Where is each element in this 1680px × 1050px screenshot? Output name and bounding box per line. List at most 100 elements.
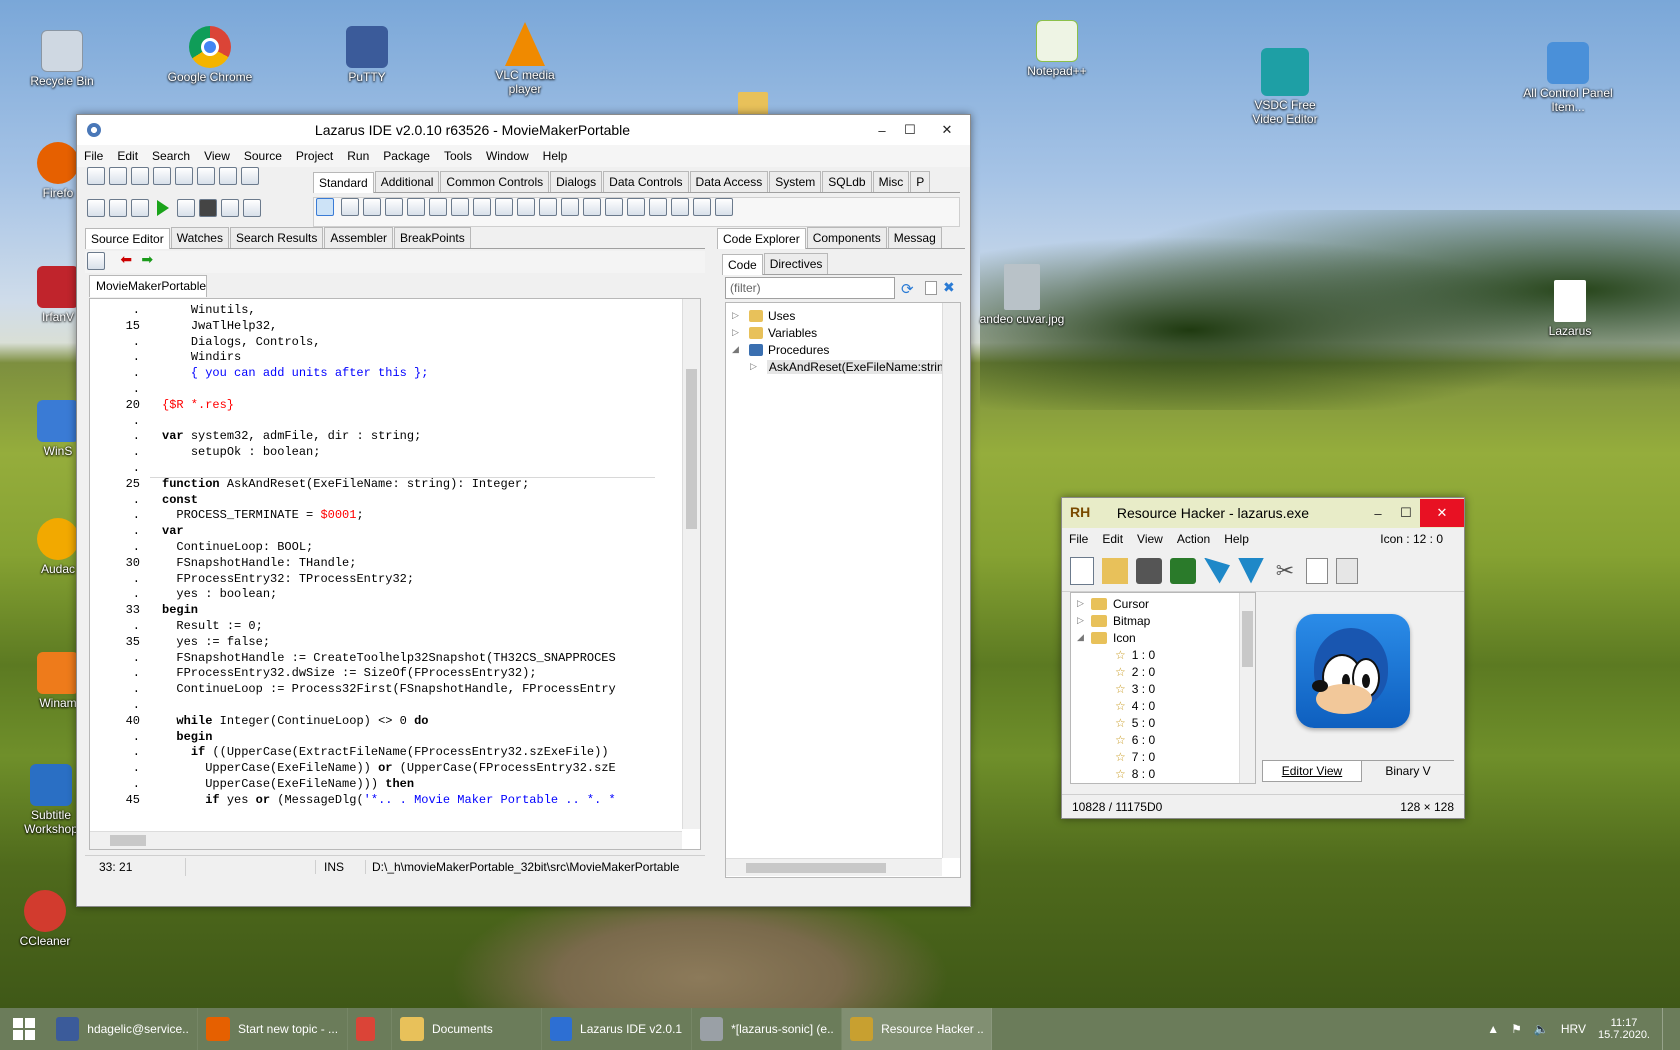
- expand-arrow-icon[interactable]: ▷: [1077, 598, 1091, 609]
- tedit-icon[interactable]: [429, 198, 448, 216]
- menu-view[interactable]: View: [197, 149, 237, 163]
- flag-icon[interactable]: ⚑: [1511, 1022, 1522, 1036]
- step-over-icon[interactable]: [221, 199, 239, 217]
- tlabel-icon[interactable]: [407, 198, 426, 216]
- taskbar-item[interactable]: *[lazarus-sonic] (e...: [692, 1008, 842, 1050]
- menu-help[interactable]: Help: [1217, 532, 1256, 546]
- save-icon[interactable]: [153, 167, 171, 185]
- language-indicator[interactable]: HRV: [1561, 1022, 1586, 1036]
- tcheckgroup-icon[interactable]: [649, 198, 668, 216]
- menu-edit[interactable]: Edit: [110, 149, 145, 163]
- wrench-icon[interactable]: ✖: [943, 279, 955, 296]
- source-editor[interactable]: . 15.... 20.... 25.... 30.. 33. 35.... 40.... 45…: [89, 298, 701, 850]
- new-form-icon[interactable]: [109, 167, 127, 185]
- maximize-icon[interactable]: ☐: [896, 116, 924, 144]
- file-tab-moviemakerportable[interactable]: MovieMakerPortable: [89, 275, 207, 297]
- tree-node-procedures[interactable]: ◢ Procedures: [732, 341, 937, 358]
- start-button[interactable]: [0, 1008, 48, 1050]
- tpanel-icon[interactable]: [671, 198, 690, 216]
- tree-node-icon-entry[interactable]: ☆ 2 : 0: [1075, 663, 1235, 680]
- open-icon[interactable]: [131, 167, 149, 185]
- step-into-icon[interactable]: [243, 199, 261, 217]
- desktop-icon-google-chrome[interactable]: Google Chrome: [165, 26, 255, 84]
- chevron-up-icon[interactable]: ▲: [1487, 1022, 1499, 1036]
- stop-icon[interactable]: [199, 199, 217, 217]
- export-icon[interactable]: [1238, 557, 1264, 584]
- expand-arrow-icon[interactable]: ▷: [750, 361, 757, 372]
- menu-source[interactable]: Source: [237, 149, 289, 163]
- code-text[interactable]: Winutils, JwaTlHelp32, Dialogs, Controls…: [162, 303, 654, 831]
- taskbar-item[interactable]: Resource Hacker ...: [842, 1008, 992, 1050]
- clock[interactable]: 11:17 15.7.2020.: [1598, 1017, 1650, 1041]
- taskbar-item[interactable]: [348, 1008, 392, 1050]
- tree-node-icon-entry[interactable]: ☆ 8 : 0: [1075, 765, 1235, 782]
- subtab-code[interactable]: Code: [722, 254, 763, 275]
- view-units-icon[interactable]: [219, 167, 237, 185]
- tree-node-askandreset[interactable]: ▷ AskAndReset(ExeFileName:strin: [732, 358, 946, 375]
- scrollbar-thumb[interactable]: [110, 835, 146, 846]
- tree-node-cursor[interactable]: ▷ Cursor: [1075, 595, 1235, 612]
- desktop-icon-putty[interactable]: PuTTY: [322, 26, 412, 84]
- menu-window[interactable]: Window: [479, 149, 536, 163]
- desktop-icon-andeo-cuvar[interactable]: andeo cuvar.jpg: [978, 264, 1066, 326]
- taskbar-item[interactable]: hdagelic@service...: [48, 1008, 198, 1050]
- paste-icon[interactable]: [1336, 557, 1358, 584]
- run-icon[interactable]: [157, 200, 169, 216]
- collapse-arrow-icon[interactable]: ◢: [732, 344, 744, 355]
- tab-code-explorer[interactable]: Code Explorer: [717, 228, 806, 249]
- tradiogroup-icon[interactable]: [627, 198, 646, 216]
- collapse-arrow-icon[interactable]: ◢: [1077, 632, 1091, 643]
- menu-file[interactable]: File: [1062, 532, 1095, 546]
- toggle-form-icon[interactable]: [197, 167, 215, 185]
- tab-messag[interactable]: Messag: [887, 227, 942, 248]
- jump-history-icon[interactable]: [87, 251, 105, 270]
- minimize-icon[interactable]: –: [868, 116, 896, 144]
- editor-vertical-scrollbar[interactable]: [682, 299, 700, 829]
- open-project-icon[interactable]: [109, 199, 127, 217]
- desktop-icon-control-panel[interactable]: All Control Panel Item...: [1520, 42, 1616, 114]
- subtab-directives[interactable]: Directives: [763, 253, 829, 274]
- import-icon[interactable]: [1204, 557, 1230, 584]
- tab-search-results[interactable]: Search Results: [229, 227, 324, 248]
- tab-components[interactable]: Components: [806, 227, 887, 248]
- tree-node-icon[interactable]: ◢ Icon: [1075, 629, 1235, 646]
- new-file-icon[interactable]: [1070, 556, 1094, 585]
- save-as-icon[interactable]: [1170, 557, 1196, 584]
- maximize-icon[interactable]: ☐: [1392, 499, 1420, 527]
- forward-arrow-icon[interactable]: ➡: [141, 251, 153, 267]
- taskbar-item[interactable]: Lazarus IDE v2.0.1...: [542, 1008, 692, 1050]
- desktop-icon-notepadpp[interactable]: Notepad++: [1012, 20, 1102, 78]
- tree-node-icon-entry[interactable]: ☆ 5 : 0: [1075, 714, 1235, 731]
- desktop-icon-lazarus-file[interactable]: Lazarus: [1525, 280, 1615, 338]
- menu-search[interactable]: Search: [145, 149, 197, 163]
- filter-input[interactable]: (filter): [725, 277, 895, 299]
- tframe-icon[interactable]: [693, 198, 712, 216]
- tpopupmenu-icon[interactable]: [363, 198, 382, 216]
- scrollbar-thumb[interactable]: [746, 863, 886, 873]
- tmemo-icon[interactable]: [451, 198, 470, 216]
- close-icon[interactable]: ✕: [924, 116, 970, 144]
- expand-arrow-icon[interactable]: ▷: [1077, 615, 1091, 626]
- tcombobox-icon[interactable]: [561, 198, 580, 216]
- minimize-icon[interactable]: –: [1364, 499, 1392, 527]
- palette-tab-additional[interactable]: Additional: [374, 171, 440, 192]
- taskbar-item[interactable]: Start new topic - ...: [198, 1008, 348, 1050]
- new-project-icon[interactable]: [87, 199, 105, 217]
- copy-icon[interactable]: [1306, 557, 1328, 584]
- menu-package[interactable]: Package: [376, 149, 437, 163]
- tradiobutton-icon[interactable]: [517, 198, 536, 216]
- tree-node-icon-entry[interactable]: ☆ 6 : 0: [1075, 731, 1235, 748]
- tree-node-icon-entry[interactable]: ☆ 3 : 0: [1075, 680, 1235, 697]
- tree-node-uses[interactable]: ▷ Uses: [732, 307, 937, 324]
- palette-tab-misc[interactable]: Misc: [872, 171, 910, 192]
- pause-icon[interactable]: [177, 199, 195, 217]
- refresh-icon[interactable]: ⟳: [901, 280, 914, 298]
- view-forms-icon[interactable]: [241, 167, 259, 185]
- tactionlist-icon[interactable]: [715, 198, 734, 216]
- lazarus-titlebar[interactable]: Lazarus IDE v2.0.10 r63526 - MovieMakerP…: [77, 115, 970, 145]
- expand-arrow-icon[interactable]: ▷: [732, 327, 744, 338]
- menu-file[interactable]: File: [77, 149, 110, 163]
- palette-tab-data-controls[interactable]: Data Controls: [603, 171, 689, 192]
- tree-node-icon-entry[interactable]: ☆ 7 : 0: [1075, 748, 1235, 765]
- close-icon[interactable]: ✕: [1420, 499, 1464, 527]
